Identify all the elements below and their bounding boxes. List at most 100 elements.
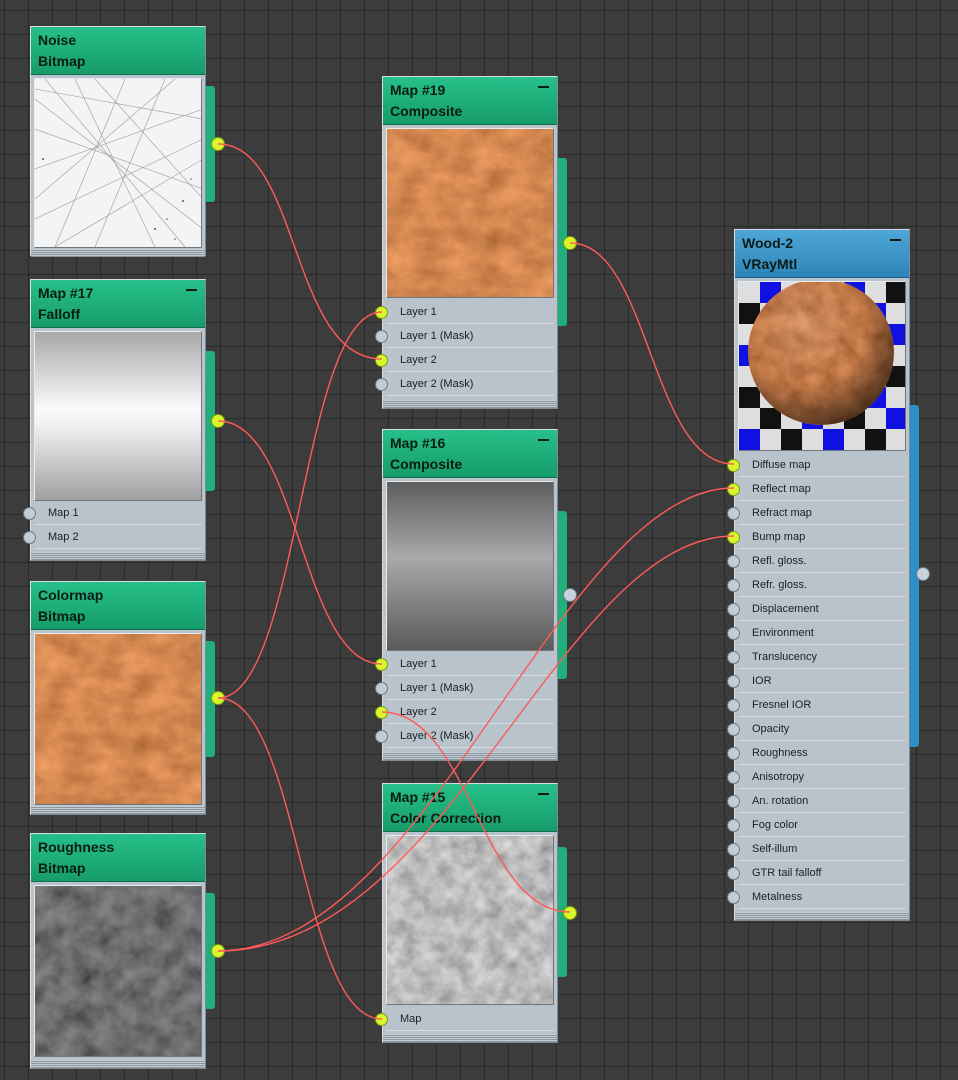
node-wood2-header[interactable]: Wood-2 VRayMtl <box>735 230 909 278</box>
node-map15-body[interactable]: Map #15 Color Correction Map <box>382 783 558 1043</box>
node-roughness-header[interactable]: Roughness Bitmap <box>31 834 205 882</box>
node-map17-input-map-1-socket[interactable] <box>23 507 36 520</box>
slot-gtr-tail-falloff[interactable]: GTR tail falloff <box>738 862 906 885</box>
node-wood2-output-socket[interactable] <box>916 567 930 581</box>
node-wood2-input-socket[interactable] <box>727 459 740 472</box>
slot-refract-map[interactable]: Refract map <box>738 502 906 525</box>
node-map17-output-socket[interactable] <box>211 414 225 428</box>
node-map19-output-socket[interactable] <box>563 236 577 250</box>
slot-map-2[interactable]: Map 2 <box>34 526 202 549</box>
node-wood2-input-socket[interactable] <box>727 627 740 640</box>
node-map16-input-layer-2-mask-socket[interactable] <box>375 730 388 743</box>
node-wood2-input-socket[interactable] <box>727 795 740 808</box>
node-map19-input-layer-1-mask-socket[interactable] <box>375 330 388 343</box>
slot-metalness[interactable]: Metalness <box>738 886 906 909</box>
slot-translucency[interactable]: Translucency <box>738 646 906 669</box>
slot-map[interactable]: Map <box>386 1008 554 1031</box>
slot-layer-2-mask[interactable]: Layer 2 (Mask) <box>386 725 554 748</box>
node-noise-body[interactable]: Noise Bitmap <box>30 26 206 257</box>
node-map19-input-layer-2-socket[interactable] <box>375 354 388 367</box>
node-wood2-input-socket[interactable] <box>727 891 740 904</box>
node-wood2[interactable]: Wood-2 VRayMtl Diffuse map Reflect map Ref… <box>727 229 930 921</box>
node-wood2-input-socket[interactable] <box>727 675 740 688</box>
checker-tile <box>739 429 760 450</box>
node-map15-input-map-socket[interactable] <box>375 1013 388 1026</box>
minimize-icon[interactable] <box>538 793 549 795</box>
node-wood2-input-socket[interactable] <box>727 531 740 544</box>
slot-layer-2[interactable]: Layer 2 <box>386 349 554 372</box>
node-map16-header[interactable]: Map #16 Composite <box>383 430 557 478</box>
slot-fresnel-ior[interactable]: Fresnel IOR <box>738 694 906 717</box>
minimize-icon[interactable] <box>186 289 197 291</box>
node-roughness-body[interactable]: Roughness Bitmap <box>30 833 206 1069</box>
slot-fog-color[interactable]: Fog color <box>738 814 906 837</box>
node-wood2-input-socket[interactable] <box>727 507 740 520</box>
node-colormap-output-socket[interactable] <box>211 691 225 705</box>
node-map17[interactable]: Map #17 Falloff Map 1 Map 2 <box>23 279 225 561</box>
slot-self-illum[interactable]: Self-illum <box>738 838 906 861</box>
node-map16-input-layer-2-socket[interactable] <box>375 706 388 719</box>
slot-an-rotation[interactable]: An. rotation <box>738 790 906 813</box>
slot-diffuse-map[interactable]: Diffuse map <box>738 454 906 477</box>
node-wood2-input-socket[interactable] <box>727 867 740 880</box>
node-map16-input-layer-1-socket[interactable] <box>375 658 388 671</box>
node-map19-input-layer-1-socket[interactable] <box>375 306 388 319</box>
slot-roughness[interactable]: Roughness <box>738 742 906 765</box>
slot-layer-2-mask[interactable]: Layer 2 (Mask) <box>386 373 554 396</box>
slot-layer-1[interactable]: Layer 1 <box>386 653 554 676</box>
node-map15-header[interactable]: Map #15 Color Correction <box>383 784 557 832</box>
node-roughness[interactable]: Roughness Bitmap <box>30 833 225 1069</box>
slot-layer-1[interactable]: Layer 1 <box>386 301 554 324</box>
node-map16[interactable]: Map #16 Composite Layer 1 Layer 1 (Mask)… <box>375 429 577 761</box>
node-map19-header[interactable]: Map #19 Composite <box>383 77 557 125</box>
node-wood2-input-socket[interactable] <box>727 555 740 568</box>
slot-layer-1-mask[interactable]: Layer 1 (Mask) <box>386 325 554 348</box>
minimize-icon[interactable] <box>890 239 901 241</box>
slot-refr-gloss[interactable]: Refr. gloss. <box>738 574 906 597</box>
node-wood2-input-socket[interactable] <box>727 747 740 760</box>
node-colormap-body[interactable]: Colormap Bitmap <box>30 581 206 815</box>
node-map16-name: Map #16 <box>390 435 446 451</box>
node-map17-input-map-2-socket[interactable] <box>23 531 36 544</box>
minimize-icon[interactable] <box>538 86 549 88</box>
node-colormap[interactable]: Colormap Bitmap <box>30 581 225 815</box>
node-wood2-input-socket[interactable] <box>727 579 740 592</box>
slot-map-1[interactable]: Map 1 <box>34 502 202 525</box>
slot-ior[interactable]: IOR <box>738 670 906 693</box>
node-map17-header[interactable]: Map #17 Falloff <box>31 280 205 328</box>
node-wood2-body[interactable]: Wood-2 VRayMtl Diffuse map Reflect map Ref… <box>734 229 910 921</box>
slot-bump-map[interactable]: Bump map <box>738 526 906 549</box>
slot-layer-2[interactable]: Layer 2 <box>386 701 554 724</box>
node-wood2-input-socket[interactable] <box>727 651 740 664</box>
node-wood2-input-socket[interactable] <box>727 723 740 736</box>
node-noise-output-socket[interactable] <box>211 137 225 151</box>
slot-anisotropy[interactable]: Anisotropy <box>738 766 906 789</box>
node-wood2-input-socket[interactable] <box>727 603 740 616</box>
slot-reflect-map[interactable]: Reflect map <box>738 478 906 501</box>
slot-refl-gloss[interactable]: Refl. gloss. <box>738 550 906 573</box>
node-map16-body[interactable]: Map #16 Composite Layer 1 Layer 1 (Mask)… <box>382 429 558 761</box>
node-noise[interactable]: Noise Bitmap <box>30 26 225 257</box>
node-map15-output-socket[interactable] <box>563 906 577 920</box>
node-colormap-header[interactable]: Colormap Bitmap <box>31 582 205 630</box>
node-noise-header[interactable]: Noise Bitmap <box>31 27 205 75</box>
node-wood2-input-socket[interactable] <box>727 843 740 856</box>
node-wood2-input-socket[interactable] <box>727 771 740 784</box>
minimize-icon[interactable] <box>538 439 549 441</box>
node-wood2-input-socket[interactable] <box>727 699 740 712</box>
slot-layer-1-mask[interactable]: Layer 1 (Mask) <box>386 677 554 700</box>
slot-environment[interactable]: Environment <box>738 622 906 645</box>
node-map15[interactable]: Map #15 Color Correction Map <box>375 783 577 1043</box>
node-wood2-input-socket[interactable] <box>727 483 740 496</box>
node-roughness-output-socket[interactable] <box>211 944 225 958</box>
node-map16-output-socket[interactable] <box>563 588 577 602</box>
wire-colormap-to-map19-layer1 <box>217 311 383 699</box>
node-map17-body[interactable]: Map #17 Falloff Map 1 Map 2 <box>30 279 206 561</box>
node-map16-input-layer-1-mask-socket[interactable] <box>375 682 388 695</box>
slot-opacity[interactable]: Opacity <box>738 718 906 741</box>
slot-displacement[interactable]: Displacement <box>738 598 906 621</box>
node-map19[interactable]: Map #19 Composite Layer 1 Layer 1 (Mask)… <box>375 76 577 409</box>
node-map19-body[interactable]: Map #19 Composite Layer 1 Layer 1 (Mask)… <box>382 76 558 409</box>
node-map19-input-layer-2-mask-socket[interactable] <box>375 378 388 391</box>
node-wood2-input-socket[interactable] <box>727 819 740 832</box>
